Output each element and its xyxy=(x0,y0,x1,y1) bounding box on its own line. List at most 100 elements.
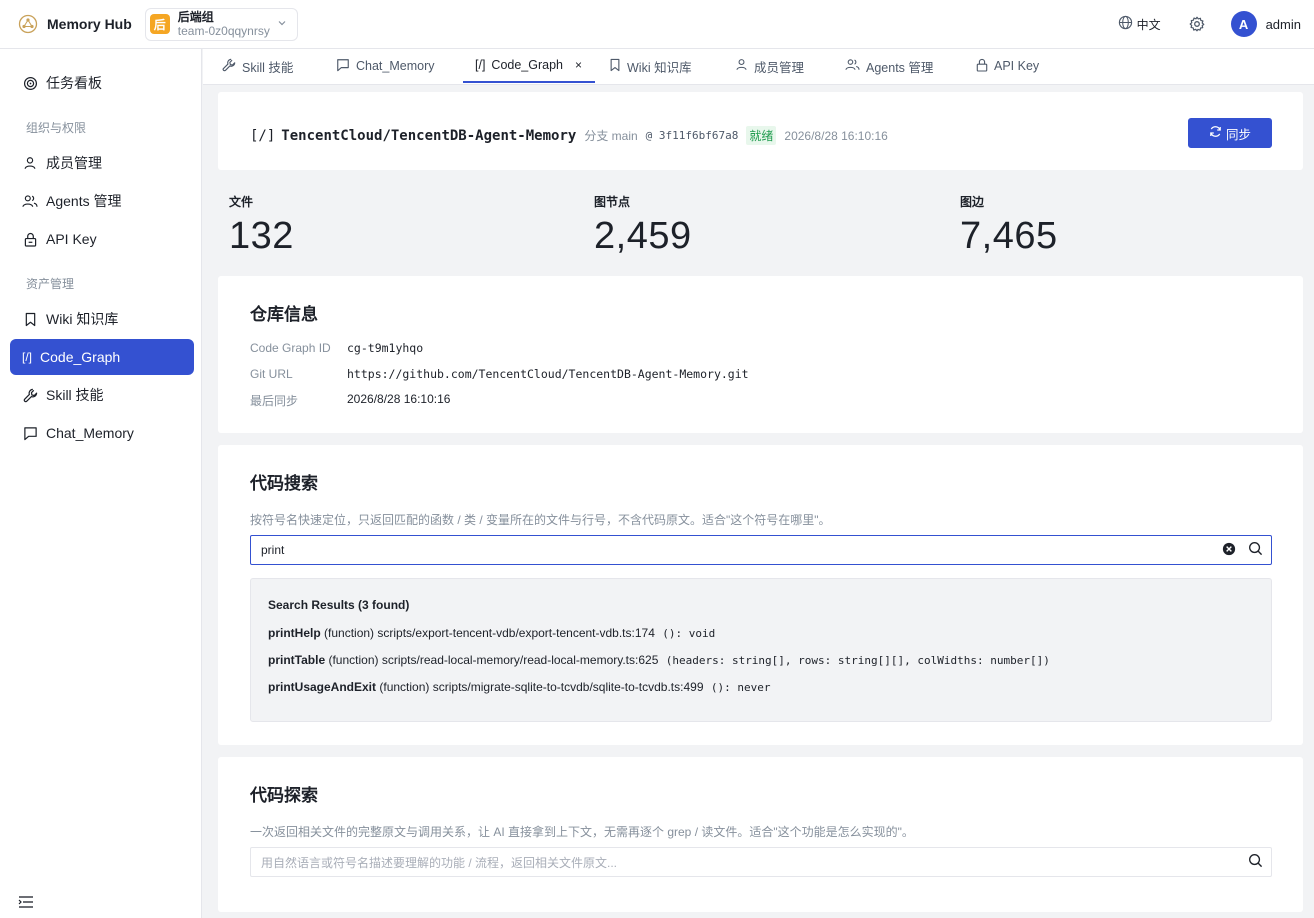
tab-bar: Skill 技能 Chat_Memory [/] Code_Graph × Wi… xyxy=(203,49,1314,85)
stat-value: 2,459 xyxy=(594,215,692,257)
code-bracket-icon: [/] xyxy=(475,58,486,72)
tab-code-graph[interactable]: [/] Code_Graph × xyxy=(463,49,595,83)
sidebar-item-api-key[interactable]: API Key xyxy=(10,221,194,257)
sync-label: 同步 xyxy=(1225,127,1251,142)
search-results: Search Results (3 found) printHelp (func… xyxy=(250,578,1272,722)
avatar[interactable]: A xyxy=(1230,11,1257,37)
status-badge: 就绪 xyxy=(746,126,777,145)
list-item[interactable]: printTable (function) scripts/read-local… xyxy=(268,653,1050,667)
tab-agents[interactable]: Agents 管理 xyxy=(845,49,933,83)
language-label: 中文 xyxy=(1136,17,1161,32)
sidebar-item-label: Agents 管理 xyxy=(46,193,122,209)
result-kind: (function) xyxy=(324,626,375,640)
code-search-input[interactable]: print xyxy=(250,535,1272,565)
sidebar: 任务看板 组织与权限 成员管理 Agents 管理 API Key 资产管理 W… xyxy=(0,49,202,918)
team-switcher[interactable]: 后 后端组 team-0z0qqynrsy xyxy=(144,7,298,41)
repo-commit: @ 3f11f6bf67a8 xyxy=(645,129,739,142)
explore-placeholder: 用自然语言或符号名描述要理解的功能 / 流程，返回相关文件原文... xyxy=(261,855,618,870)
tab-members[interactable]: 成员管理 xyxy=(735,49,804,83)
repo-info-card: 仓库信息 Code Graph ID cg-t9m1yhqo Git URL h… xyxy=(218,276,1303,433)
sidebar-item-wiki[interactable]: Wiki 知识库 xyxy=(10,301,194,337)
user-icon xyxy=(735,58,748,74)
sidebar-group-assets: 资产管理 xyxy=(26,277,75,291)
gear-icon[interactable] xyxy=(1189,16,1205,32)
code-explore-input[interactable]: 用自然语言或符号名描述要理解的功能 / 流程，返回相关文件原文... xyxy=(250,847,1272,877)
sidebar-item-label: Skill 技能 xyxy=(46,387,104,403)
sidebar-item-label: 任务看板 xyxy=(46,75,102,91)
tab-label: 成员管理 xyxy=(754,60,805,75)
result-signature: (): void xyxy=(662,627,716,640)
sidebar-item-agents[interactable]: Agents 管理 xyxy=(10,183,194,219)
sync-button[interactable]: 同步 xyxy=(1188,118,1272,148)
section-title: 仓库信息 xyxy=(250,305,318,324)
tab-wiki[interactable]: Wiki 知识库 xyxy=(609,49,692,83)
user-icon xyxy=(22,155,38,171)
git-url-label: Git URL xyxy=(250,367,293,381)
sidebar-group-org: 组织与权限 xyxy=(26,121,87,135)
code-explore-card: 代码探索 一次返回相关文件的完整原文与调用关系，让 AI 直接拿到上下文，无需再… xyxy=(218,757,1303,912)
repo-header-card: [/] TencentCloud/TencentDB-Agent-Memory … xyxy=(218,92,1303,170)
stat-label: 文件 xyxy=(229,195,254,209)
bookmark-icon xyxy=(22,311,38,327)
chevron-down-icon xyxy=(277,18,287,31)
result-symbol: printTable xyxy=(268,653,326,667)
sidebar-item-label: Code_Graph xyxy=(40,349,121,365)
result-symbol: printUsageAndExit xyxy=(268,680,377,694)
tab-label: Agents 管理 xyxy=(866,60,934,75)
results-title: Search Results (3 found) xyxy=(268,598,410,612)
stat-label: 图边 xyxy=(960,195,985,209)
chat-icon xyxy=(22,425,38,441)
stat-label: 图节点 xyxy=(594,195,631,209)
sidebar-item-label: Wiki 知识库 xyxy=(46,311,119,327)
chat-icon xyxy=(336,58,350,75)
search-icon[interactable] xyxy=(1248,541,1263,559)
wrench-icon xyxy=(222,58,236,75)
search-icon[interactable] xyxy=(1248,853,1263,871)
git-url-value[interactable]: https://github.com/TencentCloud/TencentD… xyxy=(347,367,749,381)
menu-collapse-icon[interactable] xyxy=(18,895,34,912)
tab-chat-memory[interactable]: Chat_Memory xyxy=(336,49,435,83)
repo-synced-at: 2026/8/28 16:10:16 xyxy=(784,128,888,143)
stat-value: 7,465 xyxy=(960,215,1058,257)
team-id: team-0z0qqynrsy xyxy=(177,24,270,38)
sidebar-item-skill[interactable]: Skill 技能 xyxy=(10,377,194,413)
logo[interactable]: Memory Hub xyxy=(18,14,132,34)
sidebar-item-chat-memory[interactable]: Chat_Memory xyxy=(10,415,194,451)
result-signature: (headers: string[], rows: string[][], co… xyxy=(665,654,1050,667)
search-query: print xyxy=(261,543,285,557)
repo-name: TencentCloud/TencentDB-Agent-Memory xyxy=(281,127,577,144)
stat-value: 132 xyxy=(229,215,294,257)
language-switcher[interactable]: 中文 xyxy=(1118,15,1161,33)
globe-icon xyxy=(1118,15,1133,33)
memory-hub-logo-icon xyxy=(18,14,38,34)
clear-icon[interactable] xyxy=(1222,542,1236,559)
section-title: 代码搜索 xyxy=(250,474,318,493)
tab-skill[interactable]: Skill 技能 xyxy=(222,49,293,83)
users-icon xyxy=(22,193,38,209)
last-sync-label: 最后同步 xyxy=(250,394,299,408)
list-item[interactable]: printHelp (function) scripts/export-tenc… xyxy=(268,626,715,640)
code-bracket-icon: [/] xyxy=(250,127,276,144)
stat-nodes: 图节点 2,459 xyxy=(594,193,692,258)
code-graph-id-value: cg-t9m1yhqo xyxy=(347,341,424,355)
repo-branch: 分支 main xyxy=(584,129,638,143)
result-location: scripts/read-local-memory/read-local-mem… xyxy=(381,653,659,667)
app-name: Memory Hub xyxy=(47,16,132,32)
code-bracket-icon: [/] xyxy=(22,350,33,364)
username[interactable]: admin xyxy=(1266,17,1301,32)
sidebar-item-label: API Key xyxy=(46,231,97,247)
code-search-card: 代码搜索 按符号名快速定位，只返回匹配的函数 / 类 / 变量所在的文件与行号，… xyxy=(218,445,1303,745)
sidebar-item-code-graph[interactable]: [/] Code_Graph xyxy=(10,339,194,375)
sidebar-item-members[interactable]: 成员管理 xyxy=(10,145,194,181)
top-bar: Memory Hub 后 后端组 team-0z0qqynrsy 中文 A ad… xyxy=(0,0,1314,49)
list-item[interactable]: printUsageAndExit (function) scripts/mig… xyxy=(268,680,770,694)
tab-label: Wiki 知识库 xyxy=(627,60,692,75)
stat-edges: 图边 7,465 xyxy=(960,193,1058,258)
result-location: scripts/export-tencent-vdb/export-tencen… xyxy=(377,626,655,640)
result-kind: (function) xyxy=(328,653,379,667)
team-name: 后端组 xyxy=(177,10,214,24)
section-title: 代码探索 xyxy=(250,786,318,805)
close-icon[interactable]: × xyxy=(575,58,582,72)
tab-api-key[interactable]: API Key xyxy=(976,49,1039,83)
sidebar-item-dashboard[interactable]: 任务看板 xyxy=(10,65,194,101)
